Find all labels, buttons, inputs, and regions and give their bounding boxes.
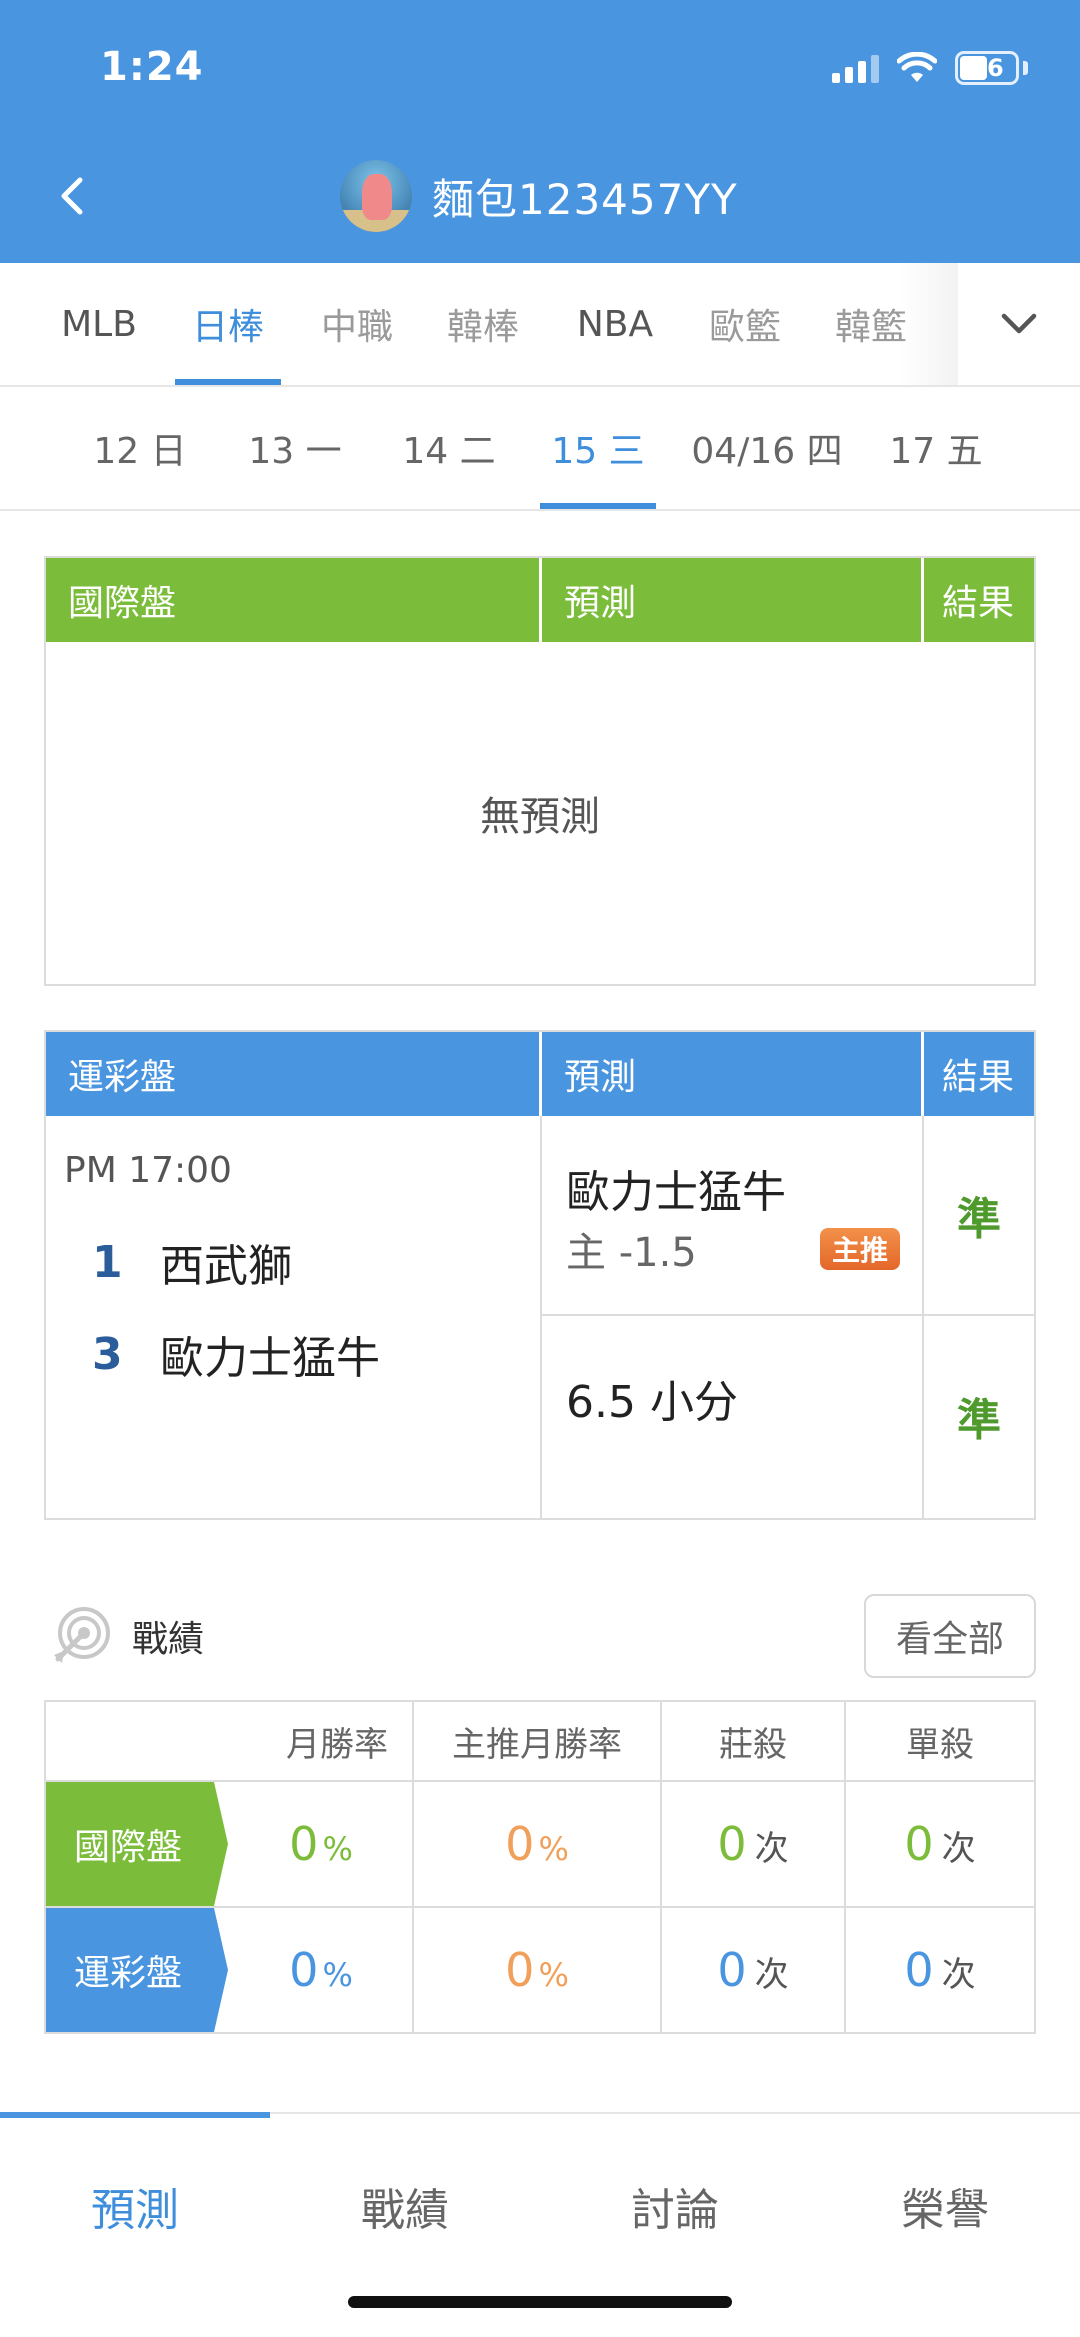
status-time: 1:24 xyxy=(100,44,204,90)
tab-cpbl[interactable]: 中職 xyxy=(302,263,412,385)
intl-empty-text: 無預測 xyxy=(480,794,600,840)
username: 麵包123457YY xyxy=(432,174,738,224)
league-tab-bar: MLB 日棒 中職 韓棒 NBA 歐籃 韓籃 xyxy=(0,263,1080,387)
result-total: 準 xyxy=(957,1395,1001,1446)
game-time: PM 17:00 xyxy=(64,1150,232,1191)
date-tab-13[interactable]: 13 一 xyxy=(230,387,360,509)
sports-col-result: 結果 xyxy=(942,1057,1015,1098)
pick-spread-team: 歐力士猛牛 xyxy=(566,1167,786,1218)
battery-level: 46 xyxy=(970,54,1004,82)
top-header: 1:24 46 麵包123457YY xyxy=(0,0,1080,263)
avatar xyxy=(340,160,412,232)
date-tab-15[interactable]: 15 三 xyxy=(540,387,656,509)
pick-total: 6.5 小分 xyxy=(542,1316,922,1516)
game-info[interactable]: PM 17:00 1 西武獅 3 歐力士猛牛 xyxy=(46,1116,542,1518)
bottom-tab-discussion[interactable]: 討論 xyxy=(540,2154,810,2258)
bottom-tab-honors[interactable]: 榮譽 xyxy=(810,2154,1080,2258)
record-section-title: 戰績 xyxy=(50,1600,204,1672)
intl-prediction-table: 國際盤 預測 結果 無預測 xyxy=(44,556,1036,986)
intl-table-header: 國際盤 預測 結果 xyxy=(46,558,1034,642)
intl-col-result: 結果 xyxy=(942,583,1015,624)
date-tab-16[interactable]: 04/16 四 xyxy=(682,387,852,509)
tab-kbo[interactable]: 韓棒 xyxy=(428,263,538,385)
tab-mlb[interactable]: MLB xyxy=(40,263,158,385)
intl-house-kill: 0 xyxy=(717,1817,747,1871)
intl-single-kill: 0 xyxy=(904,1817,934,1871)
back-button[interactable] xyxy=(58,168,98,224)
chevron-down-icon xyxy=(1001,313,1037,334)
intl-main-win-rate: 0 xyxy=(505,1817,535,1871)
date-tab-bar: 12 日 13 一 14 二 15 三 04/16 四 17 五 xyxy=(0,387,1080,511)
record-header-row: 月勝率 主推月勝率 莊殺 單殺 xyxy=(46,1702,1034,1780)
away-team-row: 1 西武獅 xyxy=(92,1230,292,1294)
chevron-left-icon xyxy=(61,177,83,215)
bottom-tab-record[interactable]: 戰績 xyxy=(270,2154,540,2258)
user-profile-header[interactable]: 麵包123457YY xyxy=(340,160,738,232)
league-more-button[interactable] xyxy=(958,263,1080,385)
battery-icon: 46 xyxy=(955,51,1019,85)
home-score: 3 xyxy=(92,1328,123,1380)
tab-euro-basketball[interactable]: 歐籃 xyxy=(690,263,800,385)
home-team-row: 3 歐力士猛牛 xyxy=(92,1322,380,1386)
pick-spread: 歐力士猛牛 主 -1.5 主推 xyxy=(542,1116,922,1316)
tab-npb[interactable]: 日棒 xyxy=(175,263,281,385)
away-score: 1 xyxy=(92,1236,123,1288)
record-table: 月勝率 主推月勝率 莊殺 單殺 國際盤 0% 0% 0次 0次 運彩盤 0% 0… xyxy=(44,1700,1036,2034)
sports-win-rate: 0 xyxy=(289,1943,319,1997)
main-pick-badge: 主推 xyxy=(819,1228,900,1270)
date-tab-14[interactable]: 14 二 xyxy=(384,387,514,509)
sports-col-prediction: 預測 xyxy=(542,1032,924,1116)
league-tab-indicator xyxy=(175,379,281,385)
intl-win-rate: 0 xyxy=(289,1817,319,1871)
view-all-button[interactable]: 看全部 xyxy=(864,1594,1036,1678)
signal-icon xyxy=(832,53,879,83)
record-row-sports: 運彩盤 0% 0% 0次 0次 xyxy=(46,1906,1034,2032)
sports-table-header: 運彩盤 預測 結果 xyxy=(46,1032,1034,1116)
record-label-intl: 國際盤 xyxy=(46,1782,228,1906)
pick-total-text: 6.5 小分 xyxy=(566,1377,738,1428)
home-team-name: 歐力士猛牛 xyxy=(160,1333,380,1384)
intl-col-prediction: 預測 xyxy=(542,558,924,642)
sports-single-kill: 0 xyxy=(904,1943,934,1997)
tab-nba[interactable]: NBA xyxy=(562,263,668,385)
home-indicator xyxy=(348,2296,732,2308)
header-single-kill: 單殺 xyxy=(906,1724,974,1765)
status-icons: 46 xyxy=(832,48,1028,88)
bottom-tab-predictions[interactable]: 預測 xyxy=(0,2154,270,2258)
sports-main-win-rate: 0 xyxy=(505,1943,535,1997)
bottom-tab-indicator xyxy=(0,2112,270,2118)
record-title: 戰績 xyxy=(132,1619,205,1660)
away-team-name: 西武獅 xyxy=(160,1241,292,1292)
sports-prediction-table: 運彩盤 預測 結果 PM 17:00 1 西武獅 3 歐力士猛牛 歐力士猛牛 主… xyxy=(44,1030,1036,1520)
sports-house-kill: 0 xyxy=(717,1943,747,1997)
header-win-rate: 月勝率 xyxy=(46,1702,414,1780)
header-house-kill: 莊殺 xyxy=(662,1702,846,1780)
result-spread: 準 xyxy=(924,1116,1034,1316)
intl-col-market: 國際盤 xyxy=(46,558,542,642)
sports-col-market: 運彩盤 xyxy=(46,1032,542,1116)
header-main-win-rate: 主推月勝率 xyxy=(414,1702,662,1780)
wifi-icon xyxy=(897,52,937,82)
record-row-intl: 國際盤 0% 0% 0次 0次 xyxy=(46,1780,1034,1906)
date-tab-indicator xyxy=(540,503,656,509)
date-tab-17[interactable]: 17 五 xyxy=(876,387,996,509)
target-icon xyxy=(54,1607,110,1663)
date-tab-12[interactable]: 12 日 xyxy=(80,387,200,509)
pick-spread-line: 主 -1.5 xyxy=(566,1230,697,1276)
record-label-sports: 運彩盤 xyxy=(46,1908,228,2032)
